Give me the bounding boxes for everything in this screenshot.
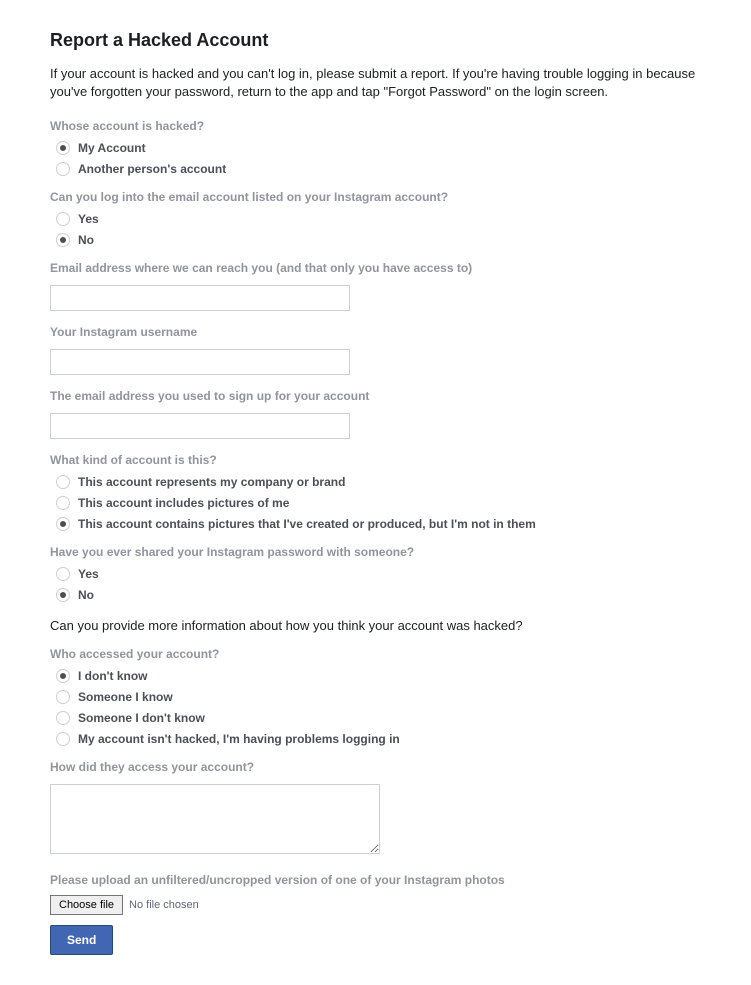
radio-label: This account includes pictures of me — [78, 496, 289, 510]
q8-option-someone-i-dont-know[interactable]: Someone I don't know — [50, 711, 701, 725]
intro-text: If your account is hacked and you can't … — [50, 65, 701, 101]
q8-group: I don't know Someone I know Someone I do… — [50, 669, 701, 746]
q2-label: Can you log into the email account liste… — [50, 190, 701, 204]
radio-icon — [56, 711, 70, 725]
q8-label: Who accessed your account? — [50, 647, 701, 661]
radio-icon — [56, 669, 70, 683]
q1-option-another-person[interactable]: Another person's account — [50, 162, 701, 176]
q6-label: What kind of account is this? — [50, 453, 701, 467]
q1-label: Whose account is hacked? — [50, 119, 701, 133]
q2-option-yes[interactable]: Yes — [50, 212, 701, 226]
q6-option-company[interactable]: This account represents my company or br… — [50, 475, 701, 489]
reach-email-input[interactable] — [50, 285, 350, 311]
q4-label: Your Instagram username — [50, 325, 701, 339]
radio-label: My account isn't hacked, I'm having prob… — [78, 732, 400, 746]
instagram-username-input[interactable] — [50, 349, 350, 375]
radio-icon — [56, 141, 70, 155]
choose-file-button[interactable]: Choose file — [50, 895, 123, 915]
q3-label: Email address where we can reach you (an… — [50, 261, 701, 275]
q7-group: Yes No — [50, 567, 701, 602]
q6-group: This account represents my company or br… — [50, 475, 701, 531]
radio-icon — [56, 233, 70, 247]
q7-option-yes[interactable]: Yes — [50, 567, 701, 581]
q5-label: The email address you used to sign up fo… — [50, 389, 701, 403]
file-upload-row: Choose file No file chosen — [50, 895, 701, 915]
how-access-textarea[interactable] — [50, 784, 380, 854]
radio-icon — [56, 212, 70, 226]
radio-label: This account contains pictures that I've… — [78, 517, 536, 531]
q8-option-not-hacked[interactable]: My account isn't hacked, I'm having prob… — [50, 732, 701, 746]
radio-label: Someone I don't know — [78, 711, 205, 725]
signup-email-input[interactable] — [50, 413, 350, 439]
radio-icon — [56, 496, 70, 510]
radio-label: No — [78, 588, 94, 602]
radio-label: Yes — [78, 567, 99, 581]
q1-group: My Account Another person's account — [50, 141, 701, 176]
q8-option-dont-know[interactable]: I don't know — [50, 669, 701, 683]
radio-icon — [56, 567, 70, 581]
q9-label: How did they access your account? — [50, 760, 701, 774]
q7-option-no[interactable]: No — [50, 588, 701, 602]
send-button[interactable]: Send — [50, 925, 113, 955]
q6-option-pictures-created[interactable]: This account contains pictures that I've… — [50, 517, 701, 531]
radio-label: Yes — [78, 212, 99, 226]
radio-label: I don't know — [78, 669, 148, 683]
radio-icon — [56, 162, 70, 176]
page-title: Report a Hacked Account — [50, 30, 701, 51]
q2-group: Yes No — [50, 212, 701, 247]
radio-icon — [56, 732, 70, 746]
q1-option-my-account[interactable]: My Account — [50, 141, 701, 155]
q6-option-pictures-of-me[interactable]: This account includes pictures of me — [50, 496, 701, 510]
q8-option-someone-i-know[interactable]: Someone I know — [50, 690, 701, 704]
q10-label: Please upload an unfiltered/uncropped ve… — [50, 873, 701, 887]
radio-icon — [56, 690, 70, 704]
radio-icon — [56, 588, 70, 602]
q2-option-no[interactable]: No — [50, 233, 701, 247]
radio-label: My Account — [78, 141, 146, 155]
radio-icon — [56, 517, 70, 531]
radio-label: This account represents my company or br… — [78, 475, 345, 489]
q7-label: Have you ever shared your Instagram pass… — [50, 545, 701, 559]
radio-label: Someone I know — [78, 690, 173, 704]
radio-label: Another person's account — [78, 162, 226, 176]
section2-heading: Can you provide more information about h… — [50, 618, 701, 633]
radio-label: No — [78, 233, 94, 247]
radio-icon — [56, 475, 70, 489]
